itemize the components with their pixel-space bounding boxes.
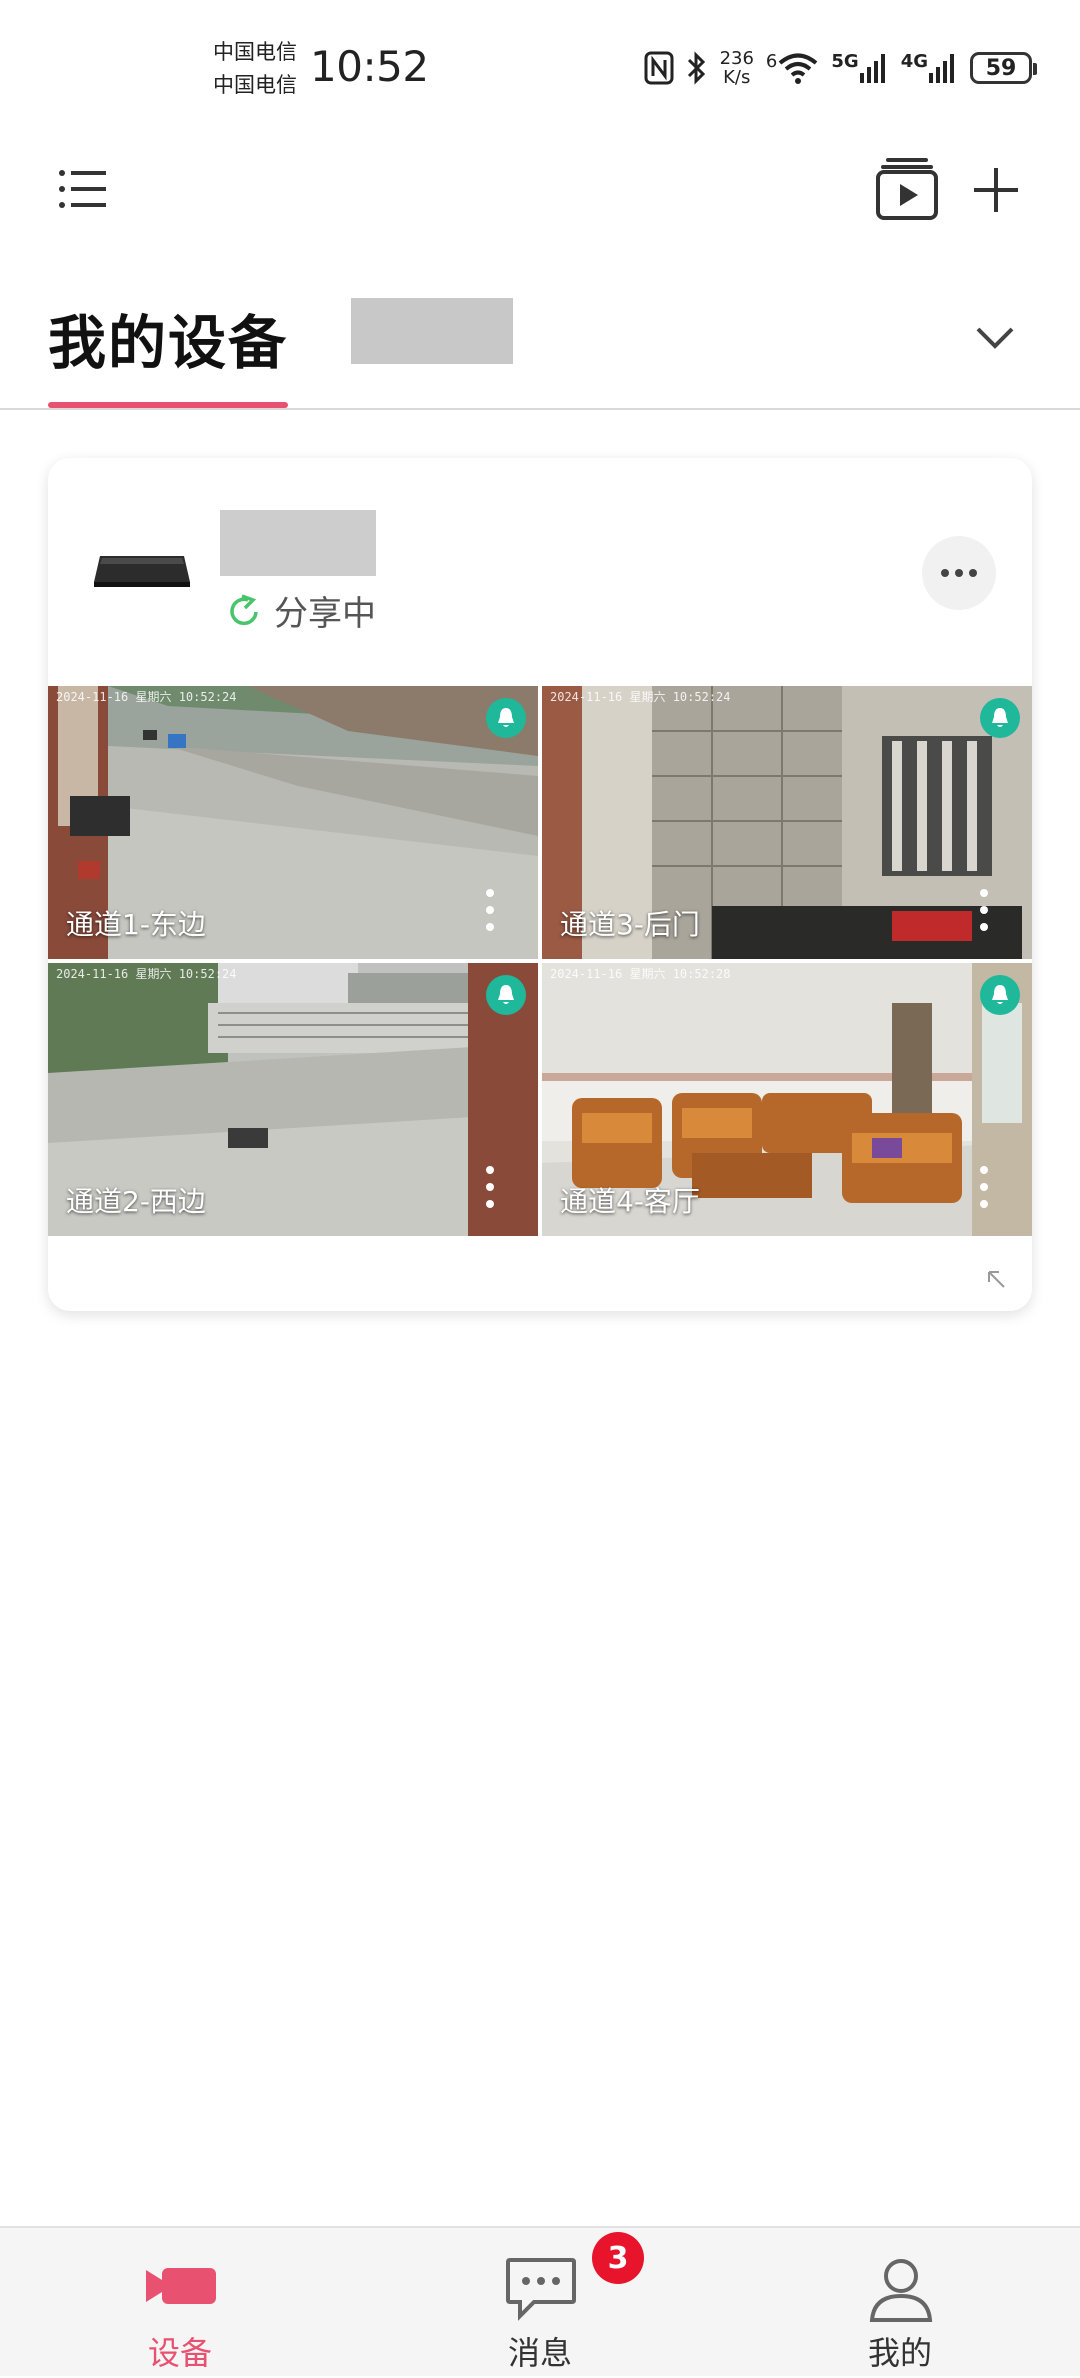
top-toolbar <box>0 140 1080 240</box>
channel-tile-1[interactable]: 2024-11-16 星期六 10:52:24 通道1-东边 <box>48 686 538 959</box>
device-name-redacted <box>220 510 376 576</box>
plus-icon[interactable] <box>972 166 1020 214</box>
signal-4g: 4G <box>901 51 958 85</box>
net-speed-value: 236 <box>719 48 754 69</box>
wifi-icon <box>779 53 818 84</box>
more-horizontal-icon <box>941 569 977 577</box>
status-icons: 236 K/s 6 5G 4G 59 <box>644 46 1037 90</box>
signal-2-label: 4G <box>900 51 928 72</box>
device-tab-bar: 我的设备 <box>0 270 1080 410</box>
tab-active-indicator <box>48 402 288 408</box>
channel-timestamp: 2024-11-16 星期六 10:52:24 <box>56 690 237 704</box>
message-count-badge: 3 <box>592 2232 644 2284</box>
collapse-arrow-icon[interactable] <box>984 1267 1008 1291</box>
playlist-play-icon[interactable] <box>876 156 938 220</box>
bluetooth-icon <box>687 51 705 85</box>
net-speed-unit: K/s <box>723 67 751 88</box>
battery-indicator: 59 <box>970 52 1037 84</box>
share-status-text: 分享中 <box>274 594 376 634</box>
status-time: 10:52 <box>310 42 429 91</box>
bottom-navigation: 设备 消息 我的 <box>0 2226 1080 2376</box>
carrier-2: 中国电信 <box>213 73 297 97</box>
nav-item-devices[interactable]: 设备 <box>80 2228 280 2378</box>
alarm-bell-icon[interactable] <box>486 698 526 738</box>
alarm-bell-icon[interactable] <box>486 975 526 1015</box>
more-vertical-icon[interactable] <box>484 887 496 933</box>
channel-label: 通道4-客厅 <box>560 1185 700 1218</box>
signal-5g: 5G <box>831 51 888 85</box>
more-vertical-icon[interactable] <box>978 1164 990 1210</box>
signal-bars-icon <box>859 54 885 83</box>
nav-label: 我的 <box>867 2334 932 2372</box>
more-vertical-icon[interactable] <box>484 1164 496 1210</box>
device-card[interactable]: 分享中 2024-11-16 星期六 10:52:24 通道1-东边 2024-… <box>48 458 1032 1311</box>
nfc-icon <box>644 51 674 85</box>
channel-tile-3[interactable]: 2024-11-16 星期六 10:52:24 通道3-后门 <box>542 686 1032 959</box>
camera-icon <box>146 2268 216 2304</box>
nav-label: 设备 <box>147 2334 212 2372</box>
channel-tile-4[interactable]: 2024-11-16 星期六 10:52:28 通道4-客厅 <box>542 963 1032 1236</box>
bell-icon <box>498 985 514 1004</box>
tab-my-devices[interactable]: 我的设备 <box>48 296 288 380</box>
carrier-info: 中国电信 中国电信 <box>213 36 297 102</box>
status-bar: 中国电信 中国电信 10:52 236 K/s 6 5G 4G 59 <box>0 0 1080 130</box>
chat-icon <box>506 2258 576 2321</box>
device-more-button[interactable] <box>922 536 996 610</box>
channel-label: 通道1-东边 <box>66 908 206 941</box>
bell-icon <box>498 708 514 727</box>
menu-icon[interactable] <box>58 168 108 210</box>
signal-bars-icon <box>929 54 954 83</box>
share-arrow-icon <box>230 593 258 625</box>
carrier-1: 中国电信 <box>213 40 297 64</box>
alarm-bell-icon[interactable] <box>980 975 1020 1015</box>
tab-redacted[interactable] <box>351 298 513 364</box>
channel-tile-2[interactable]: 2024-11-16 星期六 10:52:24 通道2-西边 <box>48 963 538 1236</box>
channel-label: 通道2-西边 <box>66 1185 206 1218</box>
channel-grid: 2024-11-16 星期六 10:52:24 通道1-东边 2024-11-1… <box>48 686 1032 1236</box>
signal-1-label: 5G <box>831 51 859 72</box>
share-status: 分享中 <box>226 586 376 635</box>
channel-timestamp: 2024-11-16 星期六 10:52:24 <box>56 967 237 981</box>
alarm-bell-icon[interactable] <box>980 698 1020 738</box>
channel-timestamp: 2024-11-16 星期六 10:52:28 <box>550 967 731 981</box>
net-speed: 236 K/s <box>720 49 754 87</box>
more-vertical-icon[interactable] <box>978 887 990 933</box>
bell-icon <box>992 985 1008 1004</box>
nav-label: 消息 <box>507 2334 572 2372</box>
bell-icon <box>992 708 1008 727</box>
wifi-indicator: 6 <box>766 51 819 85</box>
battery-level: 59 <box>985 55 1017 81</box>
channel-label: 通道3-后门 <box>560 908 700 941</box>
chevron-down-icon[interactable] <box>972 314 1018 360</box>
person-icon <box>869 2259 933 2322</box>
channel-timestamp: 2024-11-16 星期六 10:52:24 <box>550 690 731 704</box>
nav-item-profile[interactable]: 我的 <box>800 2228 1000 2378</box>
wifi-label: 6 <box>765 51 778 72</box>
nvr-device-icon <box>94 556 190 587</box>
